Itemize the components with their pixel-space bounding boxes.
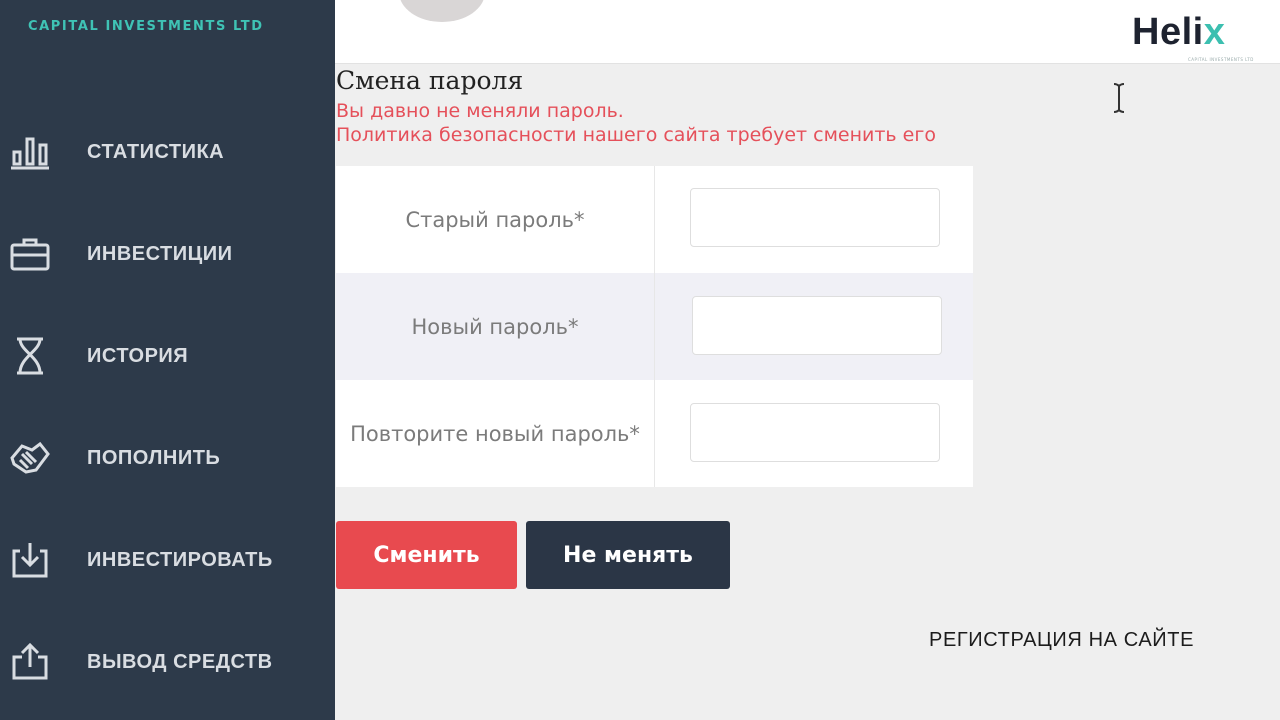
nav-label-withdraw: ВЫВОД СРЕДСТВ: [87, 650, 273, 673]
register-link[interactable]: РЕГИСТРАЦИЯ НА САЙТЕ: [929, 629, 1194, 652]
nav-label-statistics: СТАТИСТИКА: [87, 140, 225, 163]
handshake-icon: [10, 438, 50, 478]
form-row-old-password: Старый пароль*: [336, 166, 973, 273]
new-password-input[interactable]: [692, 296, 942, 355]
sidebar: CAPITAL INVESTMENTS LTD СТАТИСТИКА ИНВЕС…: [0, 0, 335, 720]
bar-chart-icon: [10, 132, 50, 172]
keep-password-button[interactable]: Не менять: [526, 521, 730, 589]
old-password-label: Старый пароль*: [336, 166, 655, 273]
brand-name: CAPITAL INVESTMENTS LTD: [28, 19, 264, 34]
briefcase-icon: [10, 234, 50, 274]
download-tray-icon: [10, 540, 50, 580]
new-password-label: Новый пароль*: [336, 273, 655, 380]
hourglass-icon: [10, 336, 50, 376]
nav-item-investments[interactable]: ИНВЕСТИЦИИ: [0, 219, 335, 289]
text-cursor-icon: [1112, 82, 1126, 114]
logo-text: Helix: [1132, 11, 1226, 53]
password-form: Старый пароль* Новый пароль* Повторите н…: [336, 166, 973, 487]
logo-subtitle: CAPITAL INVESTMENTS LTD: [1188, 57, 1254, 62]
nav-label-invest: ИНВЕСТИРОВАТЬ: [87, 548, 273, 571]
repeat-password-input[interactable]: [690, 403, 940, 462]
nav-item-deposit[interactable]: ПОПОЛНИТЬ: [0, 423, 335, 493]
warning-message-line2: Политика безопасности нашего сайта требу…: [336, 124, 936, 146]
warning-message-line1: Вы давно не меняли пароль.: [336, 100, 624, 122]
nav-label-deposit: ПОПОЛНИТЬ: [87, 446, 221, 469]
nav-label-history: ИСТОРИЯ: [87, 344, 189, 367]
form-row-new-password: Новый пароль*: [336, 273, 973, 380]
upload-share-icon: [10, 642, 50, 682]
repeat-password-label: Повторите новый пароль*: [336, 380, 655, 487]
avatar[interactable]: [399, 0, 485, 22]
change-password-button[interactable]: Сменить: [336, 521, 517, 589]
nav-item-statistics[interactable]: СТАТИСТИКА: [0, 117, 335, 187]
nav-item-invest[interactable]: ИНВЕСТИРОВАТЬ: [0, 525, 335, 595]
page-title: Смена пароля: [336, 66, 524, 95]
top-header: Helix CAPITAL INVESTMENTS LTD: [335, 0, 1280, 64]
nav-item-history[interactable]: ИСТОРИЯ: [0, 321, 335, 391]
nav-item-withdraw[interactable]: ВЫВОД СРЕДСТВ: [0, 627, 335, 697]
helix-logo: Helix CAPITAL INVESTMENTS LTD: [1132, 11, 1253, 62]
nav-label-investments: ИНВЕСТИЦИИ: [87, 242, 233, 265]
form-row-repeat-password: Повторите новый пароль*: [336, 380, 973, 487]
old-password-input[interactable]: [690, 188, 940, 247]
